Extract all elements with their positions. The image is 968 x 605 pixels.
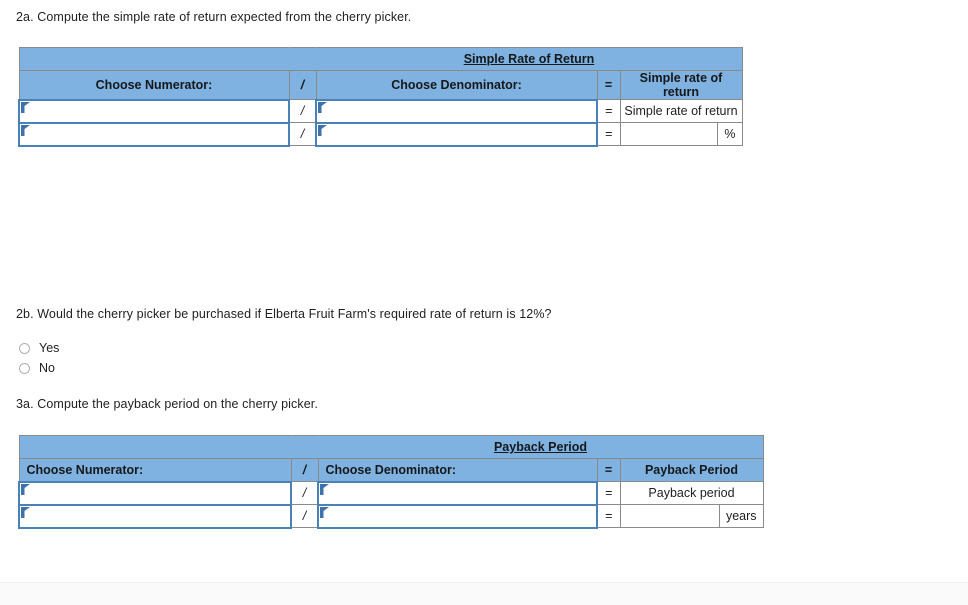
dropdown-caret-icon — [318, 101, 327, 113]
srr-row2-equals: = — [596, 122, 621, 146]
payback-title: Payback Period — [317, 435, 764, 459]
dropdown-caret-icon — [21, 483, 30, 495]
header-result: Payback Period — [619, 458, 764, 482]
question-2b-text: 2b. Would the cherry picker be purchased… — [16, 307, 552, 321]
question-3a-text: 3a. Compute the payback period on the ch… — [16, 397, 318, 411]
title-spacer-cell — [288, 47, 317, 71]
header-slash: / — [288, 70, 317, 100]
table-header-row: Choose Numerator: / Choose Denominator: … — [18, 70, 743, 100]
srr-row2-denominator-select[interactable] — [315, 121, 598, 147]
payback-row1-numerator-select[interactable] — [18, 480, 292, 506]
srr-row1-result: Simple rate of return — [619, 99, 743, 123]
simple-rate-of-return-table: Simple Rate of Return Choose Numerator: … — [18, 47, 743, 147]
radio-circle-icon[interactable] — [19, 342, 30, 354]
srr-row1-denominator-select[interactable] — [315, 98, 598, 124]
payback-row2-result-input[interactable] — [621, 505, 720, 527]
srr-row1-slash: / — [288, 99, 317, 123]
header-denominator: Choose Denominator: — [315, 70, 598, 100]
title-spacer-cell — [18, 47, 290, 71]
radio-option-no[interactable]: No — [19, 358, 59, 378]
radio-label-yes: Yes — [39, 341, 60, 355]
payback-row1-result: Payback period — [619, 481, 764, 505]
header-numerator: Choose Numerator: — [18, 70, 290, 100]
srr-row2-numerator-select[interactable] — [18, 121, 290, 147]
payback-row2-unit-label: years — [725, 509, 757, 523]
srr-row2-result-with-unit[interactable]: % — [619, 122, 743, 146]
radio-label-no: No — [39, 361, 55, 375]
srr-row1-equals: = — [596, 99, 621, 123]
srr-row2-unit-label: % — [724, 127, 736, 141]
header-numerator: Choose Numerator: — [18, 458, 292, 482]
payback-row1-slash: / — [290, 481, 319, 505]
header-denominator: Choose Denominator: — [317, 458, 598, 482]
header-equals: = — [596, 458, 621, 482]
dropdown-caret-icon — [320, 506, 329, 518]
dropdown-caret-icon — [21, 506, 30, 518]
table-header-row: Choose Numerator: / Choose Denominator: … — [18, 458, 764, 482]
header-equals: = — [596, 70, 621, 100]
table-row: / = years — [18, 503, 764, 529]
table-row: / = % — [18, 121, 743, 147]
dropdown-caret-icon — [21, 124, 30, 136]
payback-row2-equals: = — [596, 504, 621, 528]
table-title-row: Simple Rate of Return — [18, 47, 743, 71]
title-spacer-cell — [18, 435, 292, 459]
srr-row1-numerator-select[interactable] — [18, 98, 290, 124]
question-2a-text: 2a. Compute the simple rate of return ex… — [16, 10, 412, 24]
table-title-row: Payback Period — [18, 435, 764, 459]
payback-row2-result-with-unit[interactable]: years — [619, 504, 764, 528]
table-row: / = Payback period — [18, 480, 764, 506]
srr-row2-result-input[interactable] — [621, 123, 719, 145]
yes-no-radio-group: Yes No — [19, 338, 59, 378]
table-row: / = Simple rate of return — [18, 98, 743, 124]
radio-option-yes[interactable]: Yes — [19, 338, 59, 358]
dropdown-caret-icon — [318, 124, 327, 136]
dropdown-caret-icon — [21, 101, 30, 113]
srr-row2-slash: / — [288, 122, 317, 146]
payback-period-table: Payback Period Choose Numerator: / Choos… — [18, 435, 764, 529]
page-bottom-band — [0, 582, 968, 605]
srr-title: Simple Rate of Return — [315, 47, 743, 71]
dropdown-caret-icon — [320, 483, 329, 495]
payback-row2-numerator-select[interactable] — [18, 503, 292, 529]
payback-row2-slash: / — [290, 504, 319, 528]
header-slash: / — [290, 458, 319, 482]
worksheet-page: 2a. Compute the simple rate of return ex… — [0, 0, 968, 605]
header-result: Simple rate of return — [619, 70, 743, 100]
title-spacer-cell — [290, 435, 319, 459]
payback-row2-denominator-select[interactable] — [317, 503, 598, 529]
radio-circle-icon[interactable] — [19, 362, 30, 374]
payback-row1-equals: = — [596, 481, 621, 505]
payback-row1-denominator-select[interactable] — [317, 480, 598, 506]
